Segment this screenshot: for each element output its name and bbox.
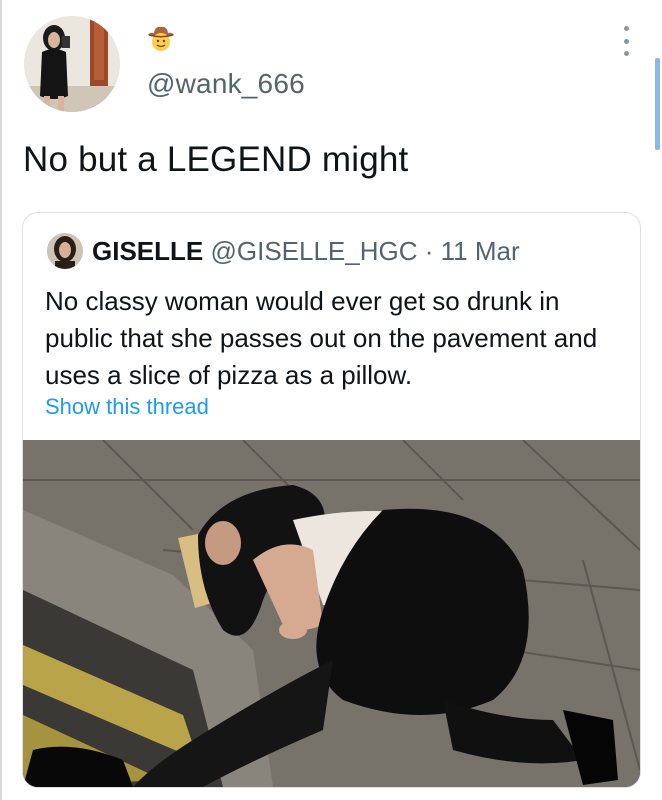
separator-dot: · bbox=[424, 236, 434, 266]
dot bbox=[623, 38, 629, 44]
dot bbox=[623, 51, 629, 56]
show-thread-link[interactable]: Show this thread bbox=[45, 394, 209, 420]
quoted-date[interactable]: 11 Mar bbox=[441, 236, 520, 266]
quoted-text: No classy woman would ever get so drunk … bbox=[45, 286, 598, 390]
quoted-handle[interactable]: @GISELLE_HGC bbox=[210, 236, 417, 266]
avatar[interactable] bbox=[24, 16, 120, 112]
cowboy-hat-face-icon bbox=[146, 23, 176, 53]
quoted-media-photo[interactable] bbox=[23, 440, 640, 787]
tweet-text: No but a LEGEND might bbox=[23, 140, 409, 179]
more-options-icon[interactable] bbox=[620, 26, 632, 56]
scrollbar[interactable] bbox=[655, 58, 660, 150]
quoted-avatar bbox=[47, 233, 83, 269]
quoted-header: GISELLE @GISELLE_HGC · 11 Mar bbox=[92, 236, 520, 267]
author-handle[interactable]: @wank_666 bbox=[147, 68, 305, 100]
quoted-display-name[interactable]: GISELLE bbox=[92, 236, 203, 266]
avatar-photo bbox=[24, 16, 120, 112]
quoted-tweet-card[interactable]: GISELLE @GISELLE_HGC · 11 Mar No classy … bbox=[22, 212, 641, 788]
window-edge bbox=[0, 0, 2, 800]
dot bbox=[623, 26, 629, 31]
street-photo bbox=[23, 440, 640, 787]
